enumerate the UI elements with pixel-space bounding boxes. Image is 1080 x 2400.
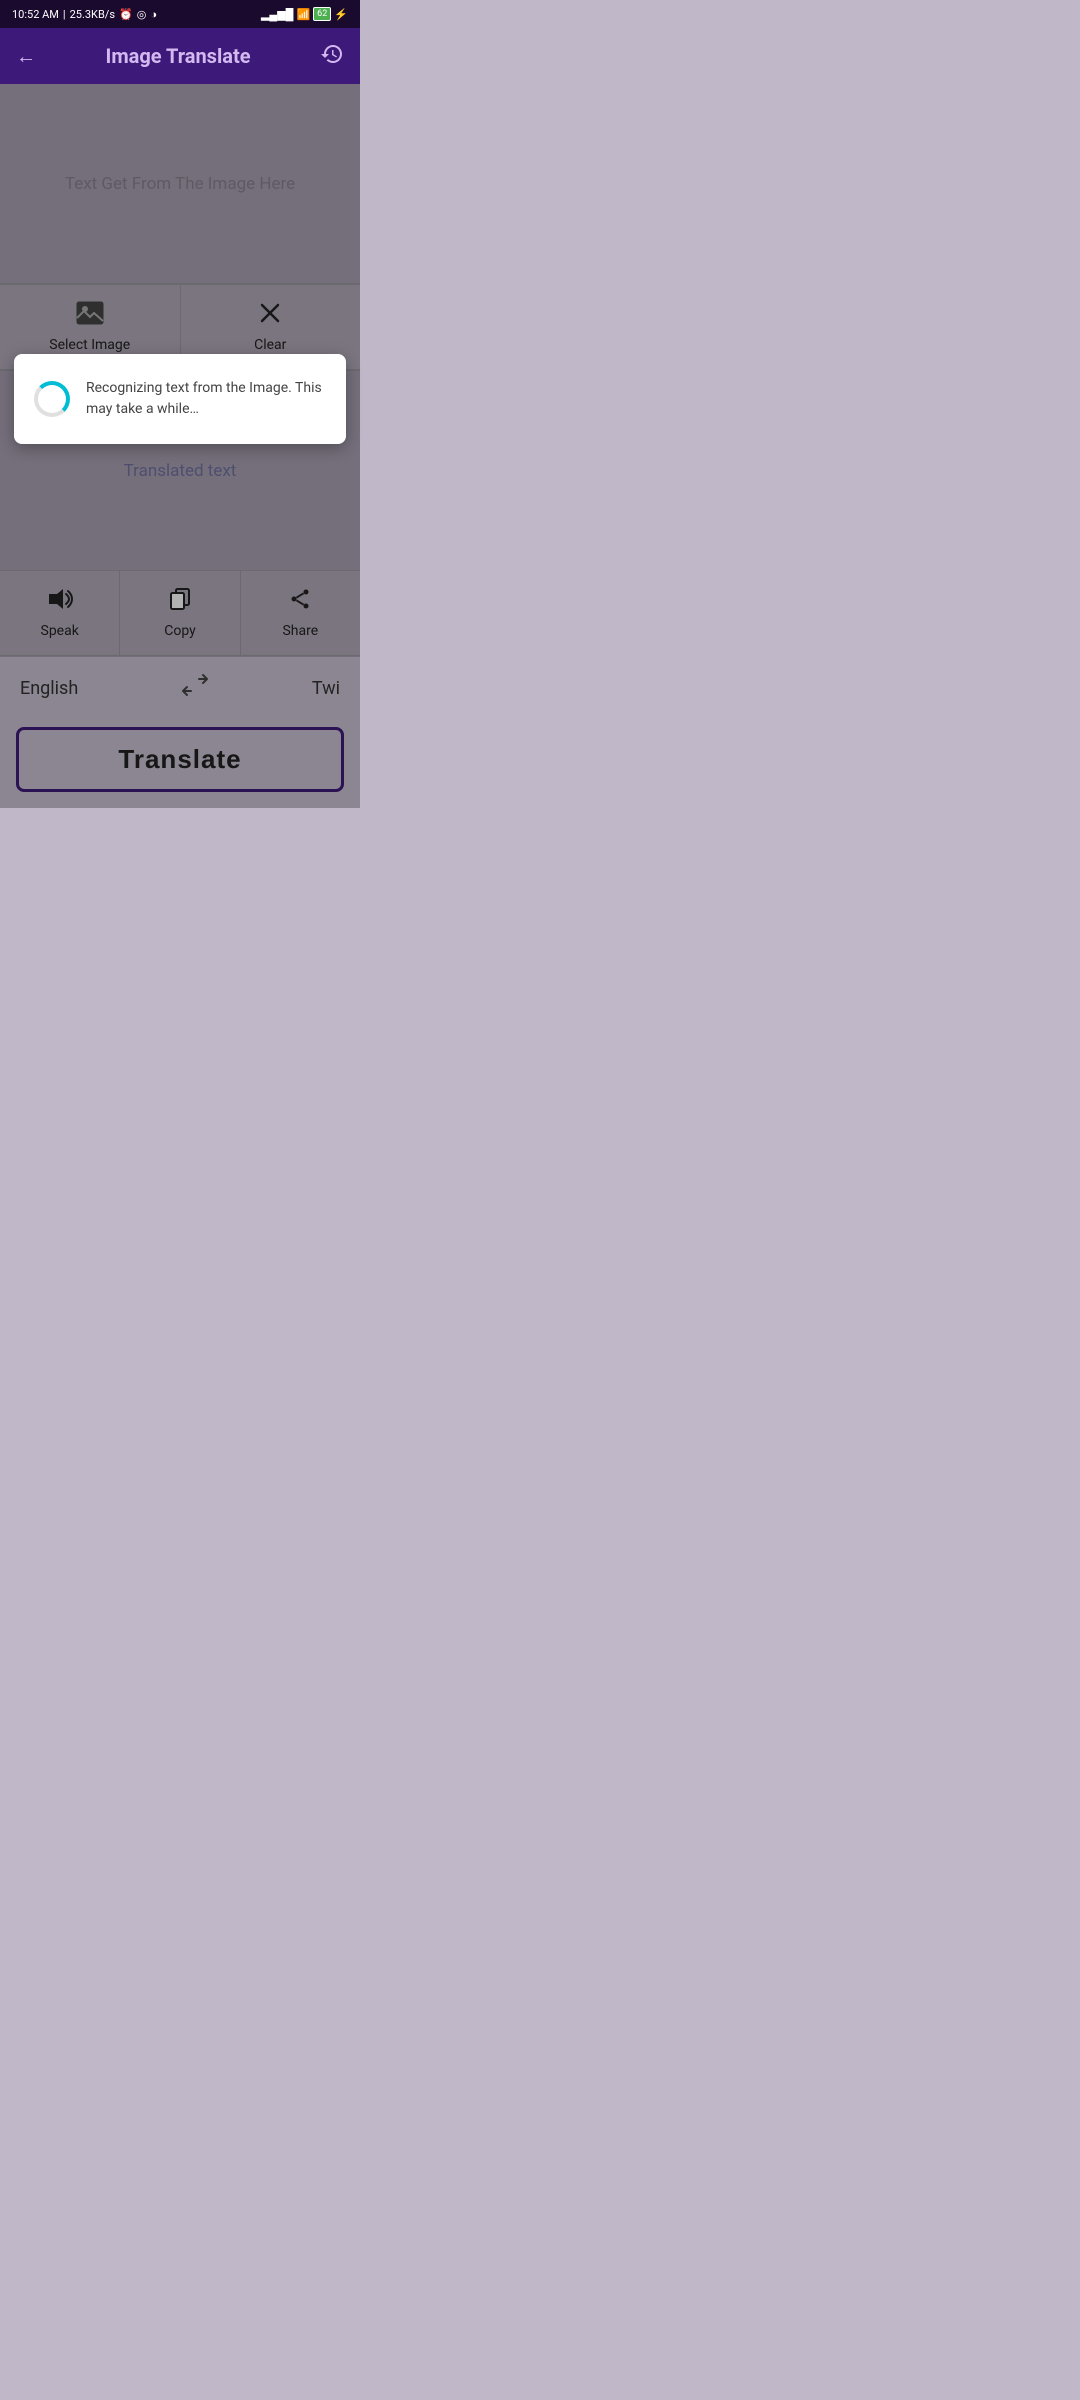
status-time: 10:52 AM (12, 8, 59, 21)
notification-icon: ◎ (137, 8, 147, 21)
app-bar: ← Image Translate (0, 28, 360, 84)
charging-icon: ⚡ (334, 8, 348, 21)
loading-dialog: Recognizing text from the Image. This ma… (14, 354, 346, 444)
wifi-icon: 📶 (296, 8, 310, 21)
status-network-speed: 25.3KB/s (70, 8, 115, 21)
back-button[interactable]: ← (16, 44, 36, 69)
main-content: Text Get From The Image Here Select Imag… (0, 84, 360, 808)
app-title: Image Translate (36, 44, 320, 68)
loading-message: Recognizing text from the Image. This ma… (86, 378, 326, 420)
signal-icon: ▂▄▆█ (261, 8, 294, 21)
status-right: ▂▄▆█ 📶 62 ⚡ (261, 7, 348, 21)
media-icon: ◑ (150, 8, 157, 21)
dialog-overlay: Recognizing text from the Image. This ma… (0, 84, 360, 808)
battery-indicator: 62 (313, 7, 331, 21)
status-left: 10:52 AM | 25.3KB/s ⏰ ◎ ◑ (12, 8, 157, 21)
status-bar: 10:52 AM | 25.3KB/s ⏰ ◎ ◑ ▂▄▆█ 📶 62 ⚡ (0, 0, 360, 28)
status-speed: | (63, 8, 66, 21)
loading-spinner (34, 381, 70, 417)
history-button[interactable] (320, 42, 344, 71)
alarm-icon: ⏰ (119, 8, 133, 21)
